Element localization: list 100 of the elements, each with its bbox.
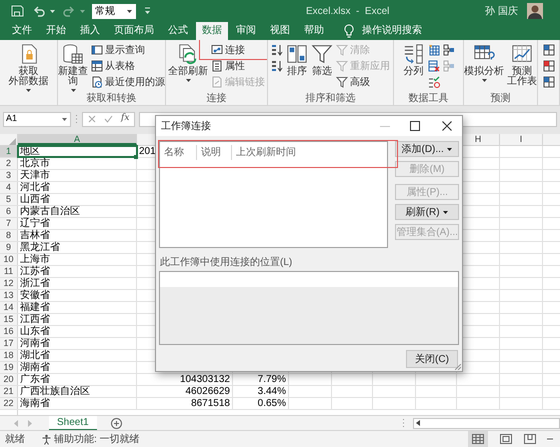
ribbon-button[interactable]: 排序 (286, 43, 308, 93)
dialog-button[interactable]: 刷新(R) (395, 204, 459, 220)
row-header[interactable]: 1 (0, 146, 18, 157)
group-label: 获取和转换 (86, 93, 138, 105)
resize-grip-icon[interactable] (455, 364, 461, 370)
page-break-icon[interactable] (524, 434, 536, 444)
table-cell: 吉林省 (18, 230, 137, 241)
name-box[interactable]: A1 (3, 112, 71, 126)
table-icon[interactable] (428, 60, 440, 72)
ribbon-button[interactable]: 分列 (402, 43, 424, 93)
row-header[interactable]: 6 (0, 206, 18, 217)
ribbon-button[interactable]: 新建查 询 (58, 43, 88, 93)
ribbon-tab[interactable]: 数据 (196, 22, 228, 40)
table-cell: 46026629 (137, 386, 233, 397)
dialog-button[interactable]: 添加(D)... (395, 141, 459, 157)
row-header[interactable]: 12 (0, 278, 18, 289)
avatar-icon[interactable] (527, 3, 543, 19)
row-header[interactable]: 2 (0, 158, 18, 169)
ribbon-button[interactable]: 筛选 (311, 43, 333, 93)
sort-icon[interactable] (271, 44, 283, 56)
table-icon[interactable] (542, 44, 554, 56)
table-icon[interactable] (542, 76, 554, 88)
row-header[interactable]: 9 (0, 242, 18, 253)
locations-list[interactable] (159, 271, 459, 345)
ribbon-button[interactable]: 从表格 (91, 59, 165, 73)
lightbulb-icon[interactable] (344, 24, 354, 38)
save-icon[interactable] (10, 4, 24, 18)
table-icon[interactable] (428, 44, 440, 56)
customize-icon[interactable] (144, 7, 151, 15)
row-header[interactable]: 16 (0, 326, 18, 337)
chart-icon (511, 43, 533, 65)
ribbon-button[interactable]: 最近使用的源 (91, 75, 165, 89)
ribbon-button[interactable]: 模拟分析 (464, 43, 504, 93)
ribbon-button[interactable]: 属性 (211, 59, 265, 73)
column-header[interactable]: 名称 (160, 144, 197, 160)
database-icon (62, 43, 84, 65)
ribbon-button[interactable]: 预测 工作表 (507, 43, 537, 93)
column-header[interactable]: A (18, 134, 137, 145)
row-header[interactable]: 18 (0, 350, 18, 361)
row-header[interactable]: 21 (0, 386, 18, 397)
ribbon-tab[interactable]: 插入 (74, 22, 106, 40)
sort-icon[interactable] (271, 60, 283, 72)
row-header[interactable]: 19 (0, 362, 18, 373)
ribbon-tab[interactable]: 页面布局 (108, 22, 160, 40)
row-header[interactable]: 7 (0, 218, 18, 229)
document-icon (91, 76, 103, 88)
table-cell: 湖南省 (18, 362, 137, 373)
page-layout-icon[interactable] (500, 434, 512, 444)
row-header[interactable]: 10 (0, 254, 18, 265)
caret-icon (25, 88, 32, 93)
ribbon-tab[interactable]: 文件 (6, 22, 38, 40)
row-header[interactable]: 11 (0, 266, 18, 277)
tell-me-field[interactable]: 操作说明搜索 (362, 22, 422, 40)
caret-icon (184, 78, 192, 83)
row-header[interactable]: 3 (0, 170, 18, 181)
row-header[interactable]: 22 (0, 398, 18, 409)
nodes-icon[interactable] (442, 44, 454, 56)
row-header[interactable]: 5 (0, 194, 18, 205)
column-header[interactable]: 说明 (197, 144, 232, 160)
column-header[interactable]: I (500, 134, 543, 145)
row-header[interactable]: 14 (0, 302, 18, 313)
row-header[interactable]: 17 (0, 338, 18, 349)
table-cell: 3.44% (233, 386, 289, 397)
table-cell: 浙江省 (18, 278, 137, 289)
row-header[interactable]: 4 (0, 182, 18, 193)
status-text: 就绪 (5, 432, 25, 446)
ribbon-tab[interactable]: 公式 (162, 22, 194, 40)
row-header[interactable]: 20 (0, 374, 18, 385)
horizontal-scrollbar[interactable] (413, 418, 560, 428)
sheet-tab[interactable]: Sheet1 (49, 416, 97, 430)
row-header[interactable]: 15 (0, 314, 18, 325)
close-icon[interactable] (442, 121, 452, 131)
ribbon-tab[interactable]: 帮助 (298, 22, 330, 40)
table-icon[interactable] (542, 60, 554, 72)
maximize-icon[interactable] (410, 121, 420, 131)
ribbon-button[interactable]: 获取 外部数据 (8, 43, 48, 93)
accessibility-status[interactable]: 辅助功能: 一切就绪 (54, 432, 140, 446)
row-header[interactable]: 13 (0, 290, 18, 301)
connections-list[interactable]: 名称 说明 上次刷新时间 (159, 141, 388, 248)
normal-view-icon[interactable] (472, 434, 484, 444)
ribbon-button[interactable]: 全部刷新 (168, 43, 208, 93)
number-format-dropdown[interactable]: 常规 (92, 4, 136, 18)
ribbon-tab[interactable]: 视图 (264, 22, 296, 40)
ribbon-button[interactable]: 高级 (336, 75, 390, 89)
ribbon-button[interactable]: 显示查询 (91, 43, 165, 57)
table-icon (91, 60, 103, 72)
table-cell: 江苏省 (18, 266, 137, 277)
undo-icon[interactable] (32, 4, 46, 18)
ribbon-button[interactable]: 连接 (211, 43, 245, 57)
insert-function-button[interactable]: fx (121, 112, 130, 126)
add-sheet-icon[interactable] (110, 418, 122, 428)
scroll-left-icon[interactable] (416, 420, 420, 426)
checklist-icon[interactable] (428, 76, 440, 88)
close-button[interactable]: 关闭(C) (406, 350, 458, 368)
ribbon-tab[interactable]: 审阅 (230, 22, 262, 40)
accessibility-icon[interactable] (41, 434, 52, 444)
table-cell: 辽宁省 (18, 218, 137, 229)
ribbon-tab[interactable]: 开始 (40, 22, 72, 40)
column-header[interactable]: 上次刷新时间 (232, 144, 312, 160)
row-header[interactable]: 8 (0, 230, 18, 241)
